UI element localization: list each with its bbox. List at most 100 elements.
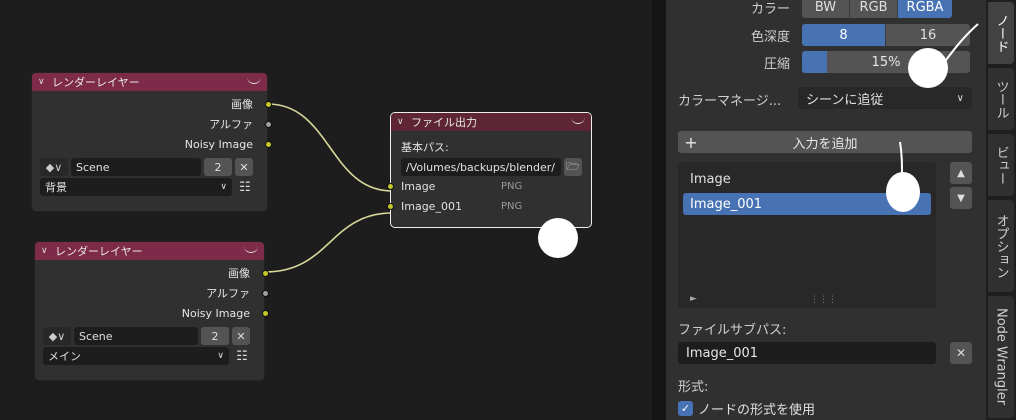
drag-cursor-blob [538, 218, 578, 258]
socket-alpha[interactable] [265, 121, 272, 128]
output-noisy-image: Noisy Image [35, 304, 269, 324]
node-header[interactable]: ∨ レンダーレイヤー [32, 73, 267, 91]
view-layer-value: メイン [48, 350, 81, 363]
scene-icon[interactable]: ◆∨ [40, 158, 68, 176]
move-down-icon[interactable]: ▼ [950, 187, 972, 209]
chevron-down-icon: ∨ [217, 351, 224, 361]
view-layer-value: 背景 [45, 181, 67, 194]
color-row: カラー BW RGB RGBA [666, 0, 986, 18]
color-mode-bw[interactable]: BW [802, 0, 850, 18]
unlink-scene-icon[interactable]: ✕ [235, 158, 253, 176]
depth-16[interactable]: 16 [886, 24, 970, 46]
tab-label: ノード [993, 13, 1009, 53]
compression-label: 圧縮 [763, 56, 790, 72]
add-input-button[interactable]: + 入力を追加 [678, 131, 972, 153]
socket-label: Noisy Image [181, 307, 250, 320]
depth-row: 色深度 8 16 [666, 24, 986, 46]
node-header[interactable]: ∨ レンダーレイヤー [35, 242, 264, 260]
add-input-label: 入力を追加 [792, 136, 858, 152]
socket-image[interactable] [262, 270, 269, 277]
input-name: Image [401, 180, 436, 193]
render-layer-icon[interactable]: ☷ [232, 347, 252, 365]
view-layer-dropdown[interactable]: 背景 ∨ [40, 178, 232, 196]
socket-label: Noisy Image [184, 138, 253, 151]
checkbox-checked-icon[interactable]: ✓ [678, 401, 693, 416]
view-layer-dropdown[interactable]: メイン ∨ [43, 347, 229, 365]
move-up-icon[interactable]: ▲ [950, 162, 972, 184]
color-mode-rgb[interactable]: RGB [850, 0, 898, 18]
socket-noisy-image[interactable] [262, 310, 269, 317]
socket-image-input[interactable] [387, 183, 394, 190]
node-title: レンダーレイヤー [55, 245, 143, 258]
tab-label: オプション [993, 213, 1009, 279]
socket-label: アルファ [206, 287, 250, 300]
color-management-value: シーンに追従 [806, 92, 884, 108]
plus-icon: + [684, 132, 698, 152]
base-path-label: 基本パス: [401, 141, 449, 154]
render-layer-icon[interactable]: ☷ [235, 178, 255, 196]
chevron-down-icon: ∨ [220, 182, 227, 192]
node-title: レンダーレイヤー [52, 76, 140, 89]
scene-field[interactable]: Scene [71, 158, 201, 176]
color-mode-rgba[interactable]: RGBA [898, 0, 952, 18]
node-header[interactable]: ∨ ファイル出力 [391, 113, 591, 131]
base-path-row: /Volumes/backups/blender/ 🗁 [391, 157, 591, 177]
output-image: 画像 [32, 95, 272, 115]
touch-indicator-blob [908, 48, 948, 88]
scene-icon[interactable]: ◆∨ [43, 327, 71, 345]
list-resize-icon[interactable]: ► [690, 294, 697, 304]
unlink-scene-icon[interactable]: ✕ [232, 327, 250, 345]
file-subpath-field[interactable]: Image_001 [678, 342, 936, 364]
tab-options[interactable]: オプション [988, 200, 1014, 292]
input-format: PNG [501, 181, 523, 192]
scene-row: ◆∨ Scene 2 ✕ [32, 157, 267, 177]
layer-row: メイン ∨ ☷ [35, 346, 264, 366]
color-management-dropdown[interactable]: シーンに追従 ∨ [798, 87, 972, 109]
render-layer-node-2[interactable]: ∨ レンダーレイヤー 画像 アルファ Noisy Image ◆∨ Scene … [34, 241, 269, 381]
socket-image-001-input[interactable] [387, 203, 394, 210]
base-path-field[interactable]: /Volumes/backups/blender/ [401, 158, 561, 176]
color-label: カラー [750, 1, 790, 17]
socket-noisy-image[interactable] [265, 141, 272, 148]
input-image: Image PNG [387, 177, 591, 197]
chevron-down-icon: ∨ [956, 92, 964, 104]
tab-node[interactable]: ノード [988, 2, 1014, 64]
tab-tool[interactable]: ツール [988, 68, 1014, 130]
output-image: 画像 [35, 264, 269, 284]
node-preview-icon[interactable] [247, 74, 261, 84]
file-subpath-label: ファイルサブパス: [678, 323, 787, 338]
node-title: ファイル出力 [411, 116, 477, 129]
depth-label: 色深度 [750, 29, 790, 45]
color-management-label: カラーマネージ... [678, 94, 782, 109]
socket-image[interactable] [265, 101, 272, 108]
collapse-chevron-icon[interactable]: ∨ [38, 77, 48, 87]
render-layer-node-1[interactable]: ∨ レンダーレイヤー 画像 アルファ Noisy Image ◆∨ Scene … [31, 72, 272, 212]
node-preview-icon[interactable] [244, 243, 258, 253]
socket-alpha[interactable] [262, 290, 269, 297]
list-grip-icon[interactable]: ⋮⋮⋮ [810, 295, 837, 305]
collapse-chevron-icon[interactable]: ∨ [41, 246, 51, 256]
collapse-chevron-icon[interactable]: ∨ [397, 117, 407, 127]
tab-node-wrangler[interactable]: Node Wrangler [988, 296, 1014, 418]
depth-selector: 8 16 [802, 24, 970, 46]
scene-users-count[interactable]: 2 [204, 158, 232, 176]
region-divider[interactable] [652, 0, 666, 420]
input-name: Image_001 [401, 200, 462, 213]
socket-label: 画像 [231, 98, 253, 111]
format-label: 形式: [678, 380, 709, 395]
tab-label: ビュー [993, 145, 1009, 185]
remove-input-icon[interactable]: ✕ [950, 342, 972, 364]
socket-label: アルファ [209, 118, 253, 131]
scene-users-count[interactable]: 2 [201, 327, 229, 345]
scene-row: ◆∨ Scene 2 ✕ [35, 326, 264, 346]
file-output-node[interactable]: ∨ ファイル出力 基本パス: /Volumes/backups/blender/… [387, 112, 592, 228]
scene-field[interactable]: Scene [74, 327, 198, 345]
output-alpha: アルファ [35, 284, 269, 304]
use-node-format-row[interactable]: ✓ ノードの形式を使用 [678, 399, 815, 418]
folder-icon[interactable]: 🗁 [564, 158, 582, 176]
tab-view[interactable]: ビュー [988, 134, 1014, 196]
depth-8[interactable]: 8 [802, 24, 886, 46]
node-preview-icon[interactable] [571, 114, 585, 124]
color-mode-selector: BW RGB RGBA [802, 0, 952, 18]
tab-label: ツール [993, 79, 1009, 119]
